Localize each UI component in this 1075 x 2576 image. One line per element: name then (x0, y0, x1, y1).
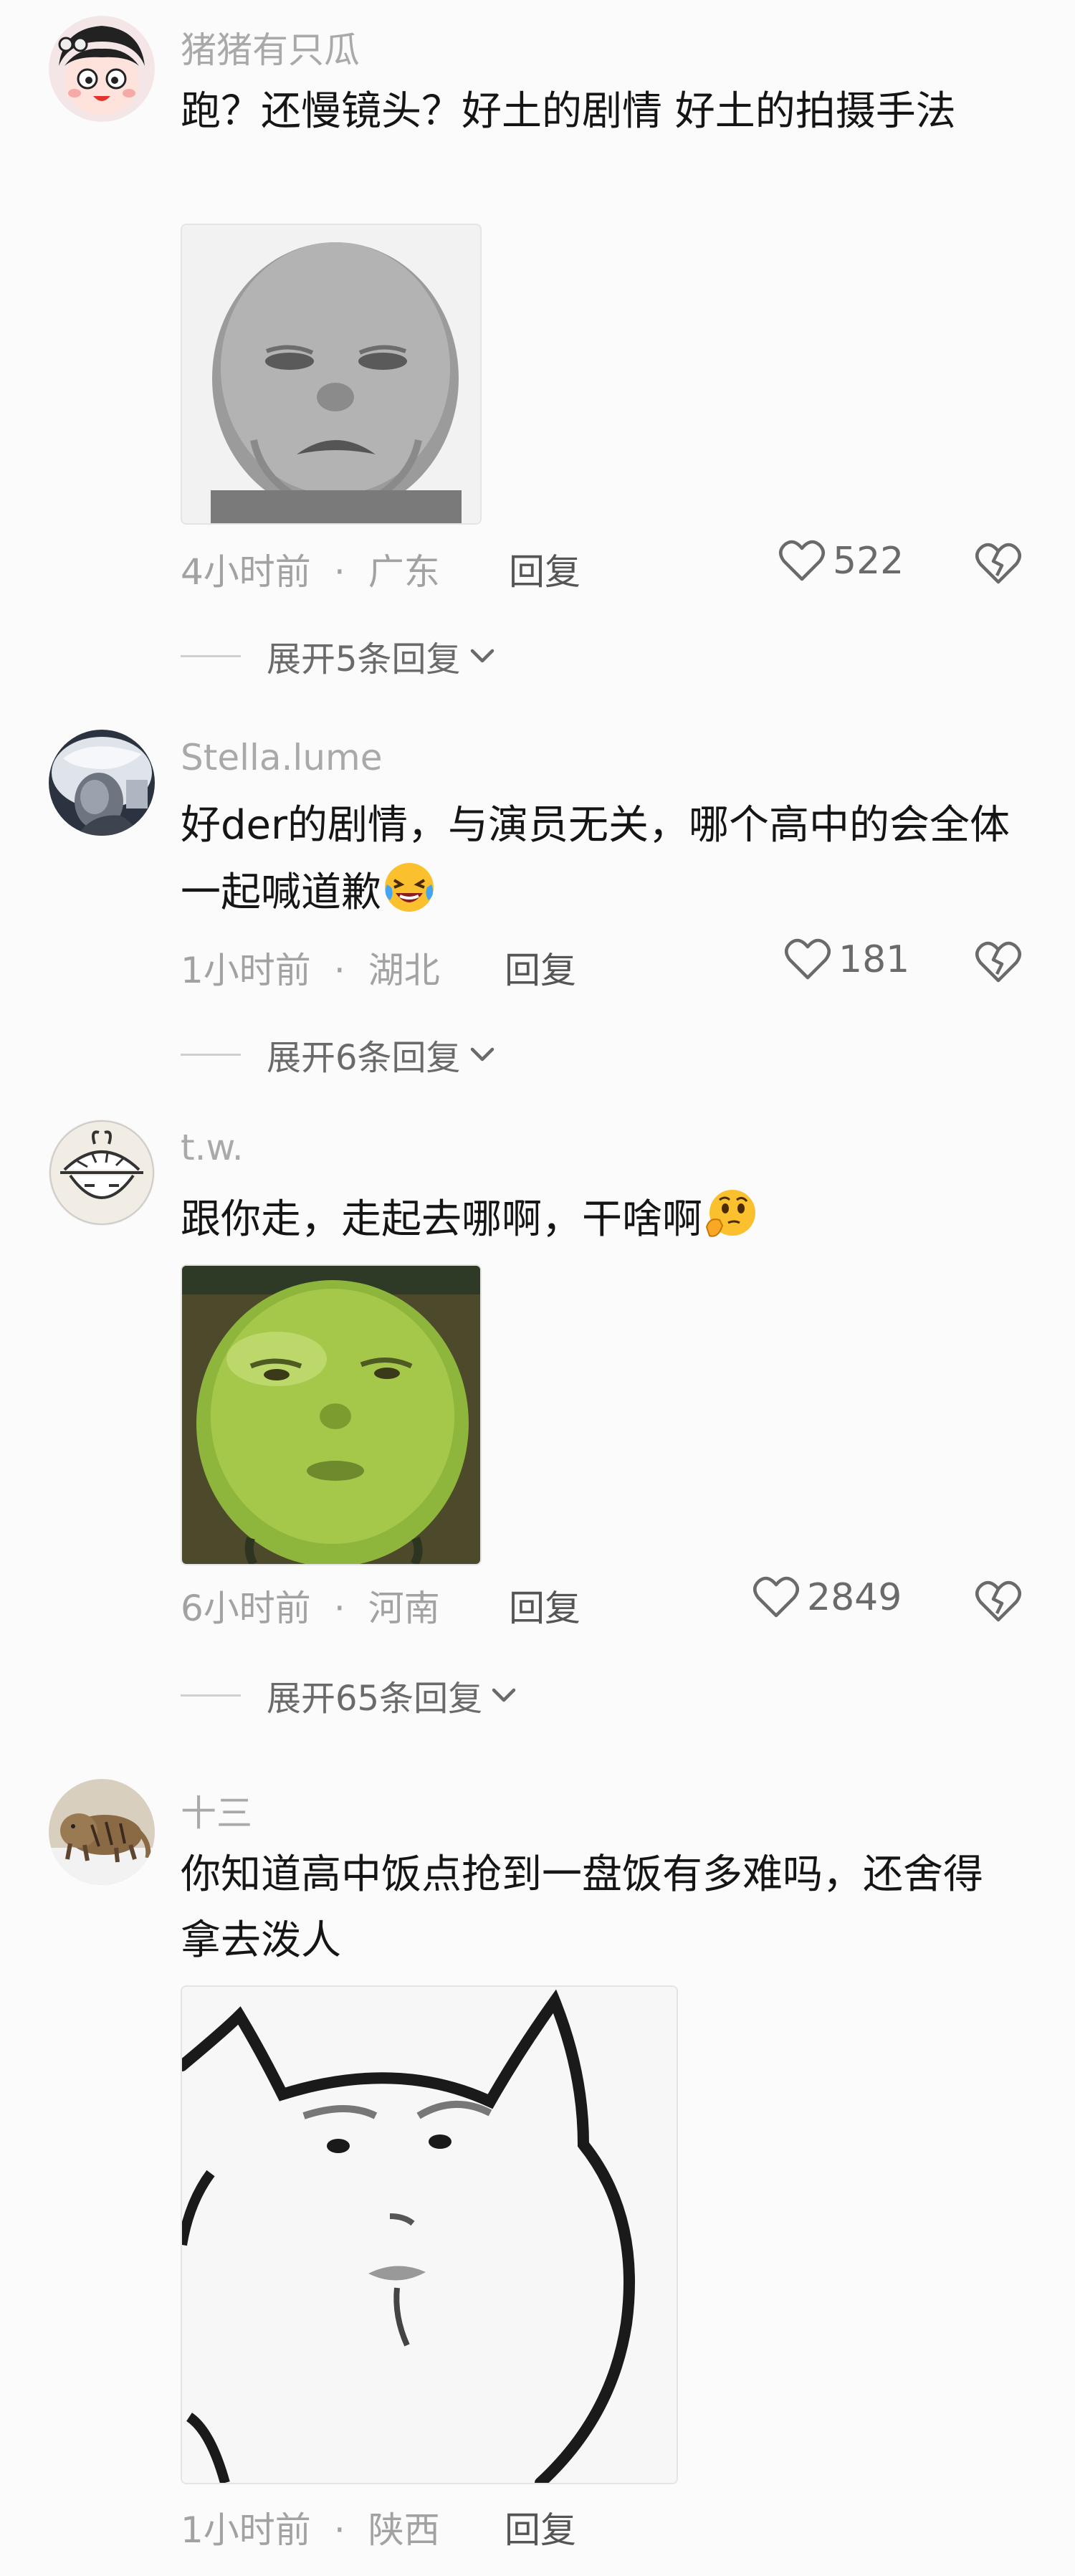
avatar[interactable] (49, 1779, 155, 1885)
comment-text: 跟你走，走起去哪啊，干啥啊 (181, 1186, 1026, 1253)
comment-meta: 4小时前 · 广东 (181, 543, 440, 595)
comment-time: 6小时前 (181, 1588, 311, 1629)
sticker-image[interactable] (181, 224, 482, 525)
comment-text: 跑？还慢镜头？好土的剧情 好土的拍摄手法 (181, 88, 956, 135)
like-button[interactable]: 522 (778, 539, 904, 583)
comment-meta: 1小时前 · 陕西 (181, 2501, 440, 2553)
sticker-image[interactable] (181, 1985, 678, 2484)
username[interactable]: 猪猪有只瓜 (181, 22, 360, 73)
separator-dot: · (333, 1588, 345, 1629)
comment-location: 广东 (368, 551, 440, 593)
heart-outline-icon (785, 938, 831, 980)
chevron-down-icon (492, 1688, 516, 1702)
expand-replies-label: 展开65条回复 (267, 1679, 483, 1719)
comment-meta: 1小时前 · 湖北 (181, 942, 440, 993)
reply-button[interactable]: 回复 (509, 543, 580, 595)
reply-button[interactable]: 回复 (509, 1580, 580, 1631)
comment-location: 河南 (368, 1588, 440, 1629)
expand-replies-button[interactable]: 展开65条回复 (181, 1670, 520, 1720)
expand-replies-button[interactable]: 展开5条回复 (181, 631, 498, 681)
comment-text: 好der的剧情，与演员无关，哪个高中的会全体一起喊道歉 (181, 793, 1019, 926)
avatar[interactable] (49, 730, 155, 836)
like-count: 2849 (807, 1576, 902, 1619)
comment-text-body: 好der的剧情，与演员无关，哪个高中的会全体一起喊道歉 (181, 802, 1010, 916)
comment-time: 1小时前 (181, 950, 311, 991)
reply-button[interactable]: 回复 (505, 942, 576, 993)
username[interactable]: 十三 (181, 1785, 252, 1836)
comment-time: 4小时前 (181, 551, 311, 593)
divider-line (181, 1694, 241, 1697)
chevron-down-icon (470, 1047, 494, 1062)
like-count: 522 (833, 540, 904, 583)
separator-dot: · (333, 551, 345, 593)
broken-heart-icon[interactable] (975, 542, 1022, 586)
avatar[interactable] (49, 1120, 155, 1226)
like-count: 181 (838, 938, 910, 981)
comment-text-body: 跟你走，走起去哪啊，干啥啊 (181, 1196, 702, 1243)
expand-replies-button[interactable]: 展开6条回复 (181, 1029, 498, 1079)
expand-replies-label: 展开6条回复 (267, 1038, 461, 1078)
comment-text: 你知道高中饭点抢到一盘饭有多难吗，还舍得拿去泼人 (181, 1851, 983, 1964)
expand-replies-label: 展开5条回复 (267, 639, 461, 679)
username[interactable]: Stella.lume (181, 737, 382, 778)
divider-line (181, 654, 241, 657)
broken-heart-icon[interactable] (975, 940, 1022, 985)
like-button[interactable]: 181 (784, 938, 909, 982)
comment-meta: 6小时前 · 河南 (181, 1580, 440, 1631)
reply-button[interactable]: 回复 (505, 2501, 576, 2553)
divider-line (181, 1053, 241, 1056)
like-button[interactable]: 2849 (752, 1575, 902, 1620)
laughing-crying-emoji-icon (385, 863, 434, 912)
sticker-image[interactable] (181, 1264, 482, 1565)
username[interactable]: t.w. (181, 1127, 244, 1168)
separator-dot: · (333, 950, 345, 991)
comment-location: 湖北 (368, 950, 440, 991)
heart-outline-icon (753, 1576, 799, 1618)
comment-location: 陕西 (368, 2509, 440, 2551)
thinking-emoji-icon (705, 1190, 755, 1237)
avatar[interactable] (49, 16, 155, 122)
comment-time: 1小时前 (181, 2509, 311, 2551)
broken-heart-icon[interactable] (975, 1580, 1022, 1624)
separator-dot: · (333, 2509, 345, 2551)
chevron-down-icon (470, 649, 494, 663)
heart-outline-icon (779, 540, 825, 581)
